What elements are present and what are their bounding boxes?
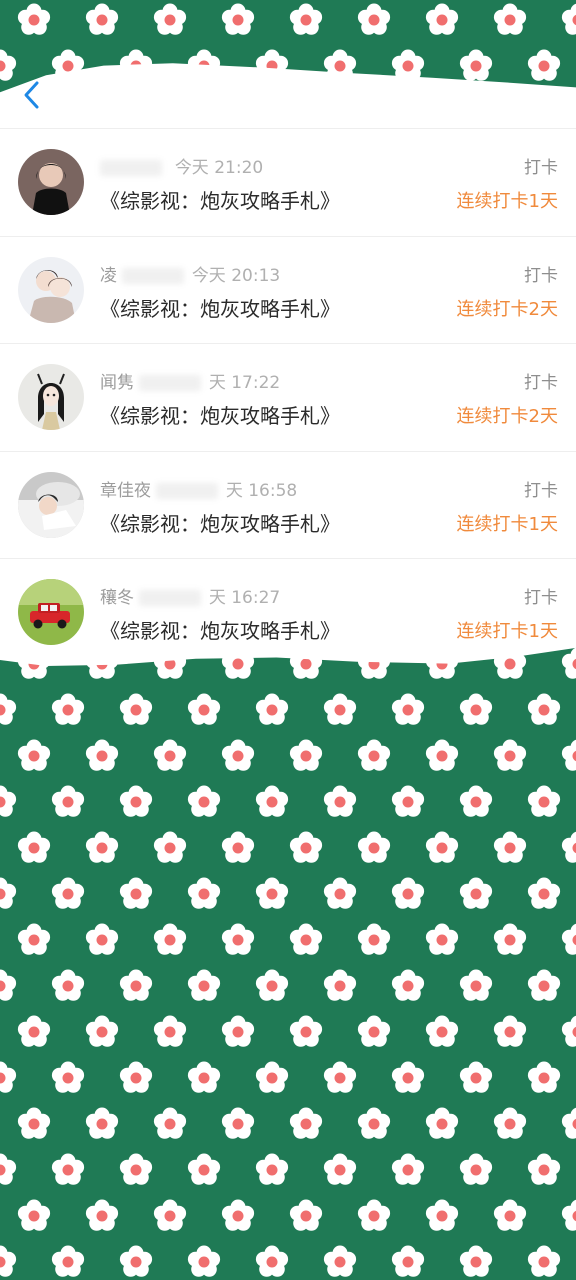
user-name: 穰冬	[100, 588, 134, 608]
checkin-label: 打卡	[524, 480, 558, 501]
redacted-name	[122, 267, 185, 284]
chevron-left-icon	[24, 81, 39, 109]
user-meta: 章佳夜 天 16:58	[100, 476, 297, 501]
checkin-label: 打卡	[524, 265, 558, 286]
list-item[interactable]: 章佳夜 天 16:58 《综影视：炮灰攻略手札》 打卡 连续打卡1天	[0, 450, 576, 559]
redacted-name	[100, 160, 162, 176]
book-title: 《综影视：炮灰攻略手札》	[100, 511, 340, 536]
book-title: 《综影视：炮灰攻略手札》	[100, 619, 340, 643]
streak-label: 连续打卡1天	[456, 191, 558, 212]
checkin-label: 打卡	[524, 588, 558, 608]
list-item[interactable]: 凌 今天 20:13 《综影视：炮灰攻略手札》 打卡 连续打卡2天	[0, 235, 576, 344]
checkin-time: 今天 21:20	[174, 158, 264, 178]
avatar[interactable]	[18, 256, 84, 323]
book-title: 《综影视：炮灰攻略手札》	[100, 189, 340, 213]
user-name: 凌	[100, 265, 117, 286]
list-item[interactable]: 穰冬 天 16:27 《综影视：炮灰攻略手札》 打卡 连续打卡1天	[0, 558, 576, 666]
checkin-list: 今天 21:20 《综影视：炮灰攻略手札》 打卡 连续打卡1天 凌 今天 20:…	[0, 128, 576, 666]
list-item[interactable]: 今天 21:20 《综影视：炮灰攻略手札》 打卡 连续打卡1天	[0, 128, 576, 236]
streak-label: 连续打卡1天	[456, 621, 558, 642]
user-meta: 闻隽 天 17:22	[100, 368, 280, 393]
redacted-name	[156, 482, 219, 499]
book-title: 《综影视：炮灰攻略手札》	[100, 404, 340, 428]
book-title: 《综影视：炮灰攻略手札》	[100, 296, 340, 321]
checkin-label: 打卡	[524, 158, 558, 178]
checkin-time: 天 17:22	[208, 373, 281, 393]
streak-label: 连续打卡1天	[456, 513, 558, 535]
avatar[interactable]	[18, 364, 84, 430]
top-bar	[0, 62, 576, 128]
redacted-name	[139, 375, 202, 391]
checkin-time: 天 16:58	[225, 480, 298, 501]
user-name: 闻隽	[100, 373, 134, 393]
list-item[interactable]: 闻隽 天 17:22 《综影视：炮灰攻略手札》 打卡 连续打卡2天	[0, 343, 576, 451]
checkin-time: 今天 20:13	[191, 265, 281, 286]
user-name: 章佳夜	[100, 480, 151, 501]
avatar[interactable]	[18, 471, 84, 538]
user-meta: 凌 今天 20:13	[100, 261, 280, 286]
checkin-label: 打卡	[524, 373, 558, 393]
user-meta: 今天 21:20	[100, 153, 263, 178]
streak-label: 连续打卡2天	[456, 298, 558, 320]
redacted-name	[139, 590, 202, 606]
user-meta: 穰冬 天 16:27	[100, 583, 280, 608]
streak-label: 连续打卡2天	[456, 406, 558, 427]
checkin-time: 天 16:27	[208, 588, 281, 608]
back-button[interactable]	[14, 78, 48, 112]
avatar[interactable]	[18, 579, 84, 645]
avatar[interactable]	[18, 149, 84, 215]
